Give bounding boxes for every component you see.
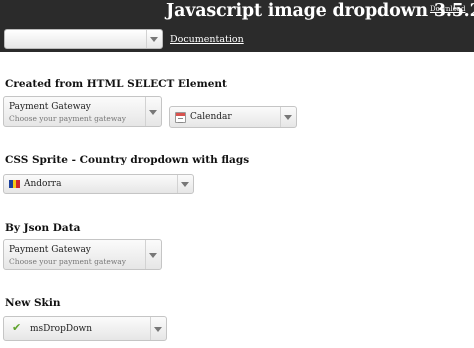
dropdown-arrow-button[interactable] [146,30,162,48]
dropdown-arrow-button[interactable] [177,175,193,193]
dropdown-arrow-button[interactable] [145,240,161,269]
page-title: Javascript image dropdown 3.5.2 [166,1,474,21]
chevron-down-icon [150,37,158,42]
country-dropdown[interactable]: Andorra [3,174,194,194]
dropdown-value: Payment Gateway [9,245,91,255]
dropdown-value: Andorra [24,179,62,189]
section-title-html-select: Created from HTML SELECT Element [5,78,227,90]
chevron-down-icon [284,115,292,120]
header-bar: Javascript image dropdown 3.5.2 Download… [0,0,474,52]
chevron-down-icon [149,252,157,258]
json-payment-gateway-dropdown[interactable]: Payment Gateway Choose your payment gate… [3,239,162,270]
dropdown-value: msDropDown [30,324,92,334]
download-link[interactable]: Download [430,5,465,13]
top-select-dropdown[interactable] [4,29,163,49]
section-title-json-data: By Json Data [5,222,81,234]
documentation-link[interactable]: Documentation [170,34,244,45]
chevron-down-icon [181,182,189,187]
dropdown-value: Calendar [190,112,232,122]
dropdown-description: Choose your payment gateway [9,257,126,266]
calendar-icon [175,112,186,123]
dropdown-value: Payment Gateway [9,102,91,112]
dropdown-arrow-button[interactable] [150,317,166,340]
payment-gateway-dropdown[interactable]: Payment Gateway Choose your payment gate… [3,96,162,127]
calendar-dropdown[interactable]: Calendar [169,106,297,128]
andorra-flag-icon [9,180,21,188]
dropdown-arrow-button[interactable] [145,97,161,126]
check-icon: ✔ [12,321,22,334]
section-title-new-skin: New Skin [5,297,61,309]
chevron-down-icon [154,326,162,332]
chevron-down-icon [149,109,157,115]
dropdown-description: Choose your payment gateway [9,114,126,123]
new-skin-dropdown[interactable]: ✔ msDropDown [3,316,167,341]
section-title-css-sprite: CSS Sprite - Country dropdown with flags [5,154,250,166]
dropdown-arrow-button[interactable] [280,107,296,127]
